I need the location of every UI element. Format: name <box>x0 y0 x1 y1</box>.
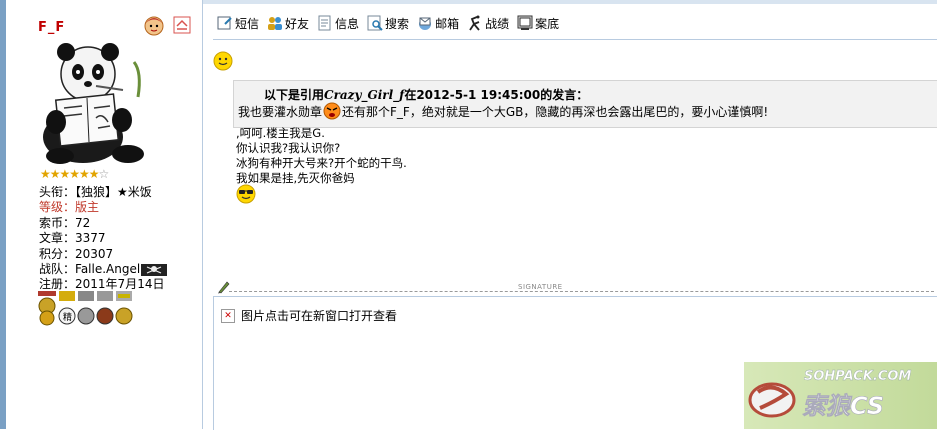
toolbar-label: 搜索 <box>385 16 410 31</box>
quote-author[interactable]: Crazy_Girl_f <box>324 88 404 102</box>
toolbar-label: 案底 <box>535 16 560 31</box>
record-icon <box>517 15 533 30</box>
quote-text: 我也要灌水勋章 <box>238 104 323 119</box>
broken-image-text[interactable]: 图片点击可在新窗口打开查看 <box>241 307 397 324</box>
toolbar-label: 邮箱 <box>435 16 460 31</box>
info-team: 战队： Falle.Angel <box>39 262 168 277</box>
quote-suffix: 在2012-5-1 19:45:00的发言： <box>404 88 589 102</box>
medal-icon[interactable] <box>38 291 56 326</box>
toolbar-friends[interactable]: 好友 <box>267 15 309 32</box>
team-flag-icon <box>141 263 168 276</box>
home-icon[interactable] <box>173 16 191 34</box>
quote-header: 以下是引用Crazy_Girl_f在2012-5-1 19:45:00的发言： <box>264 86 588 103</box>
signature-line <box>229 291 934 292</box>
panda-avatar <box>43 43 144 164</box>
rank-stars: ★★★★★★☆ <box>40 167 110 181</box>
info-value: Falle.Angel <box>75 262 141 277</box>
stats-icon <box>469 15 480 31</box>
info-value: 版主 <box>75 200 100 215</box>
info-points: 积分：20307 <box>39 247 167 262</box>
info-value: 3377 <box>75 231 106 246</box>
reply-text: ,呵呵.楼主我是G. 你认识我?我认识你? 冰狗有种开大号来?开个蛇的干鸟. 我… <box>236 126 407 186</box>
medal-icon[interactable] <box>115 291 133 325</box>
smile-icon <box>213 51 233 71</box>
post-toolbar: 短信 好友 信息 搜索 邮箱 战绩 案底 <box>217 12 561 34</box>
toolbar-stats[interactable]: 战绩 <box>467 15 509 32</box>
logo-name-text: 索狼CS <box>802 392 884 420</box>
toolbar-divider <box>213 39 937 40</box>
user-sidebar: F_F ★★★★★★☆ 头衔：【独狼】★米饭 等级：版主 索币：72 文章：33… <box>6 0 203 429</box>
info-posts: 文章：3377 <box>39 231 167 246</box>
info-label: 战队： <box>39 262 76 277</box>
quote-text: 还有那个F_F，绝对就是一个大GB，隐藏的再深也会露出尾巴的，要小心谨慎啊! <box>342 104 769 119</box>
quote-prefix: 以下是引用 <box>264 88 325 102</box>
mail-icon <box>419 17 432 30</box>
info-label: 头衔： <box>39 185 76 199</box>
toolbar-label: 战绩 <box>485 16 510 31</box>
info-title: 头衔：【独狼】★米饭 <box>39 185 167 200</box>
toolbar-label: 信息 <box>335 16 360 31</box>
reply-line: 我如果是挂,先灭你爸妈 <box>236 171 355 185</box>
info-value: 20307 <box>75 246 114 261</box>
signature-label: SIGNATURE <box>516 283 565 291</box>
medal-icon[interactable] <box>77 291 95 325</box>
medals-row[interactable]: 精 <box>38 290 142 326</box>
quote-block: 以下是引用Crazy_Girl_f在2012-5-1 19:45:00的发言： … <box>233 80 937 128</box>
star-filled-icon: ★★★★★★ <box>40 167 100 181</box>
reply-line: ,呵呵.楼主我是G. <box>236 126 325 140</box>
username[interactable]: F_F <box>38 20 65 35</box>
info-level: 等级：版主 <box>39 200 167 215</box>
medal-icon[interactable]: 精 <box>58 291 76 325</box>
toolbar-info[interactable]: 信息 <box>317 15 359 32</box>
toolbar-search[interactable]: 搜索 <box>367 15 409 32</box>
toolbar-mail[interactable]: 邮箱 <box>417 15 459 32</box>
forum-post: F_F ★★★★★★☆ 头衔：【独狼】★米饭 等级：版主 索币：72 文章：33… <box>0 0 937 430</box>
info-label: 等级： <box>39 200 76 215</box>
search-icon <box>367 15 383 31</box>
info-label: 积分： <box>39 246 76 261</box>
info-value: 72 <box>75 215 91 230</box>
info-label: 索币： <box>39 215 76 230</box>
angry-face-icon <box>323 102 341 120</box>
broken-image-icon[interactable]: ✕ <box>221 308 235 323</box>
reply-line: 冰狗有种开大号来?开个蛇的干鸟. <box>236 156 407 170</box>
toolbar-record[interactable]: 案底 <box>517 15 559 32</box>
logo-url-text: SOHPACK.COM <box>804 369 911 384</box>
info-icon <box>318 15 331 31</box>
quote-body: 我也要灌水勋章 还有那个F_F，绝对就是一个大GB，隐藏的再深也会露出尾巴的，要… <box>238 102 768 120</box>
info-label: 文章： <box>39 231 76 246</box>
toolbar-label: 短信 <box>235 16 260 31</box>
broken-image[interactable]: ✕ 图片点击可在新窗口打开查看 <box>221 307 397 324</box>
friends-icon <box>268 17 283 30</box>
toolbar-label: 好友 <box>285 16 310 31</box>
svg-text:精: 精 <box>63 311 72 323</box>
star-empty-icon: ☆ <box>98 167 110 181</box>
sunglasses-smile-icon <box>236 184 256 204</box>
user-face-icon[interactable] <box>143 14 165 36</box>
message-icon <box>217 16 232 30</box>
reply-line: 你认识我?我认识你? <box>236 141 341 155</box>
info-coins: 索币：72 <box>39 216 167 231</box>
info-value: 【独狼】★米饭 <box>75 185 152 199</box>
toolbar-message[interactable]: 短信 <box>217 15 259 32</box>
user-info-list: 头衔：【独狼】★米饭 等级：版主 索币：72 文章：3377 积分：20307 … <box>39 185 168 293</box>
medal-icon[interactable] <box>96 291 114 325</box>
site-logo-watermark: SOHPACK.COM 索狼CS <box>744 362 937 429</box>
